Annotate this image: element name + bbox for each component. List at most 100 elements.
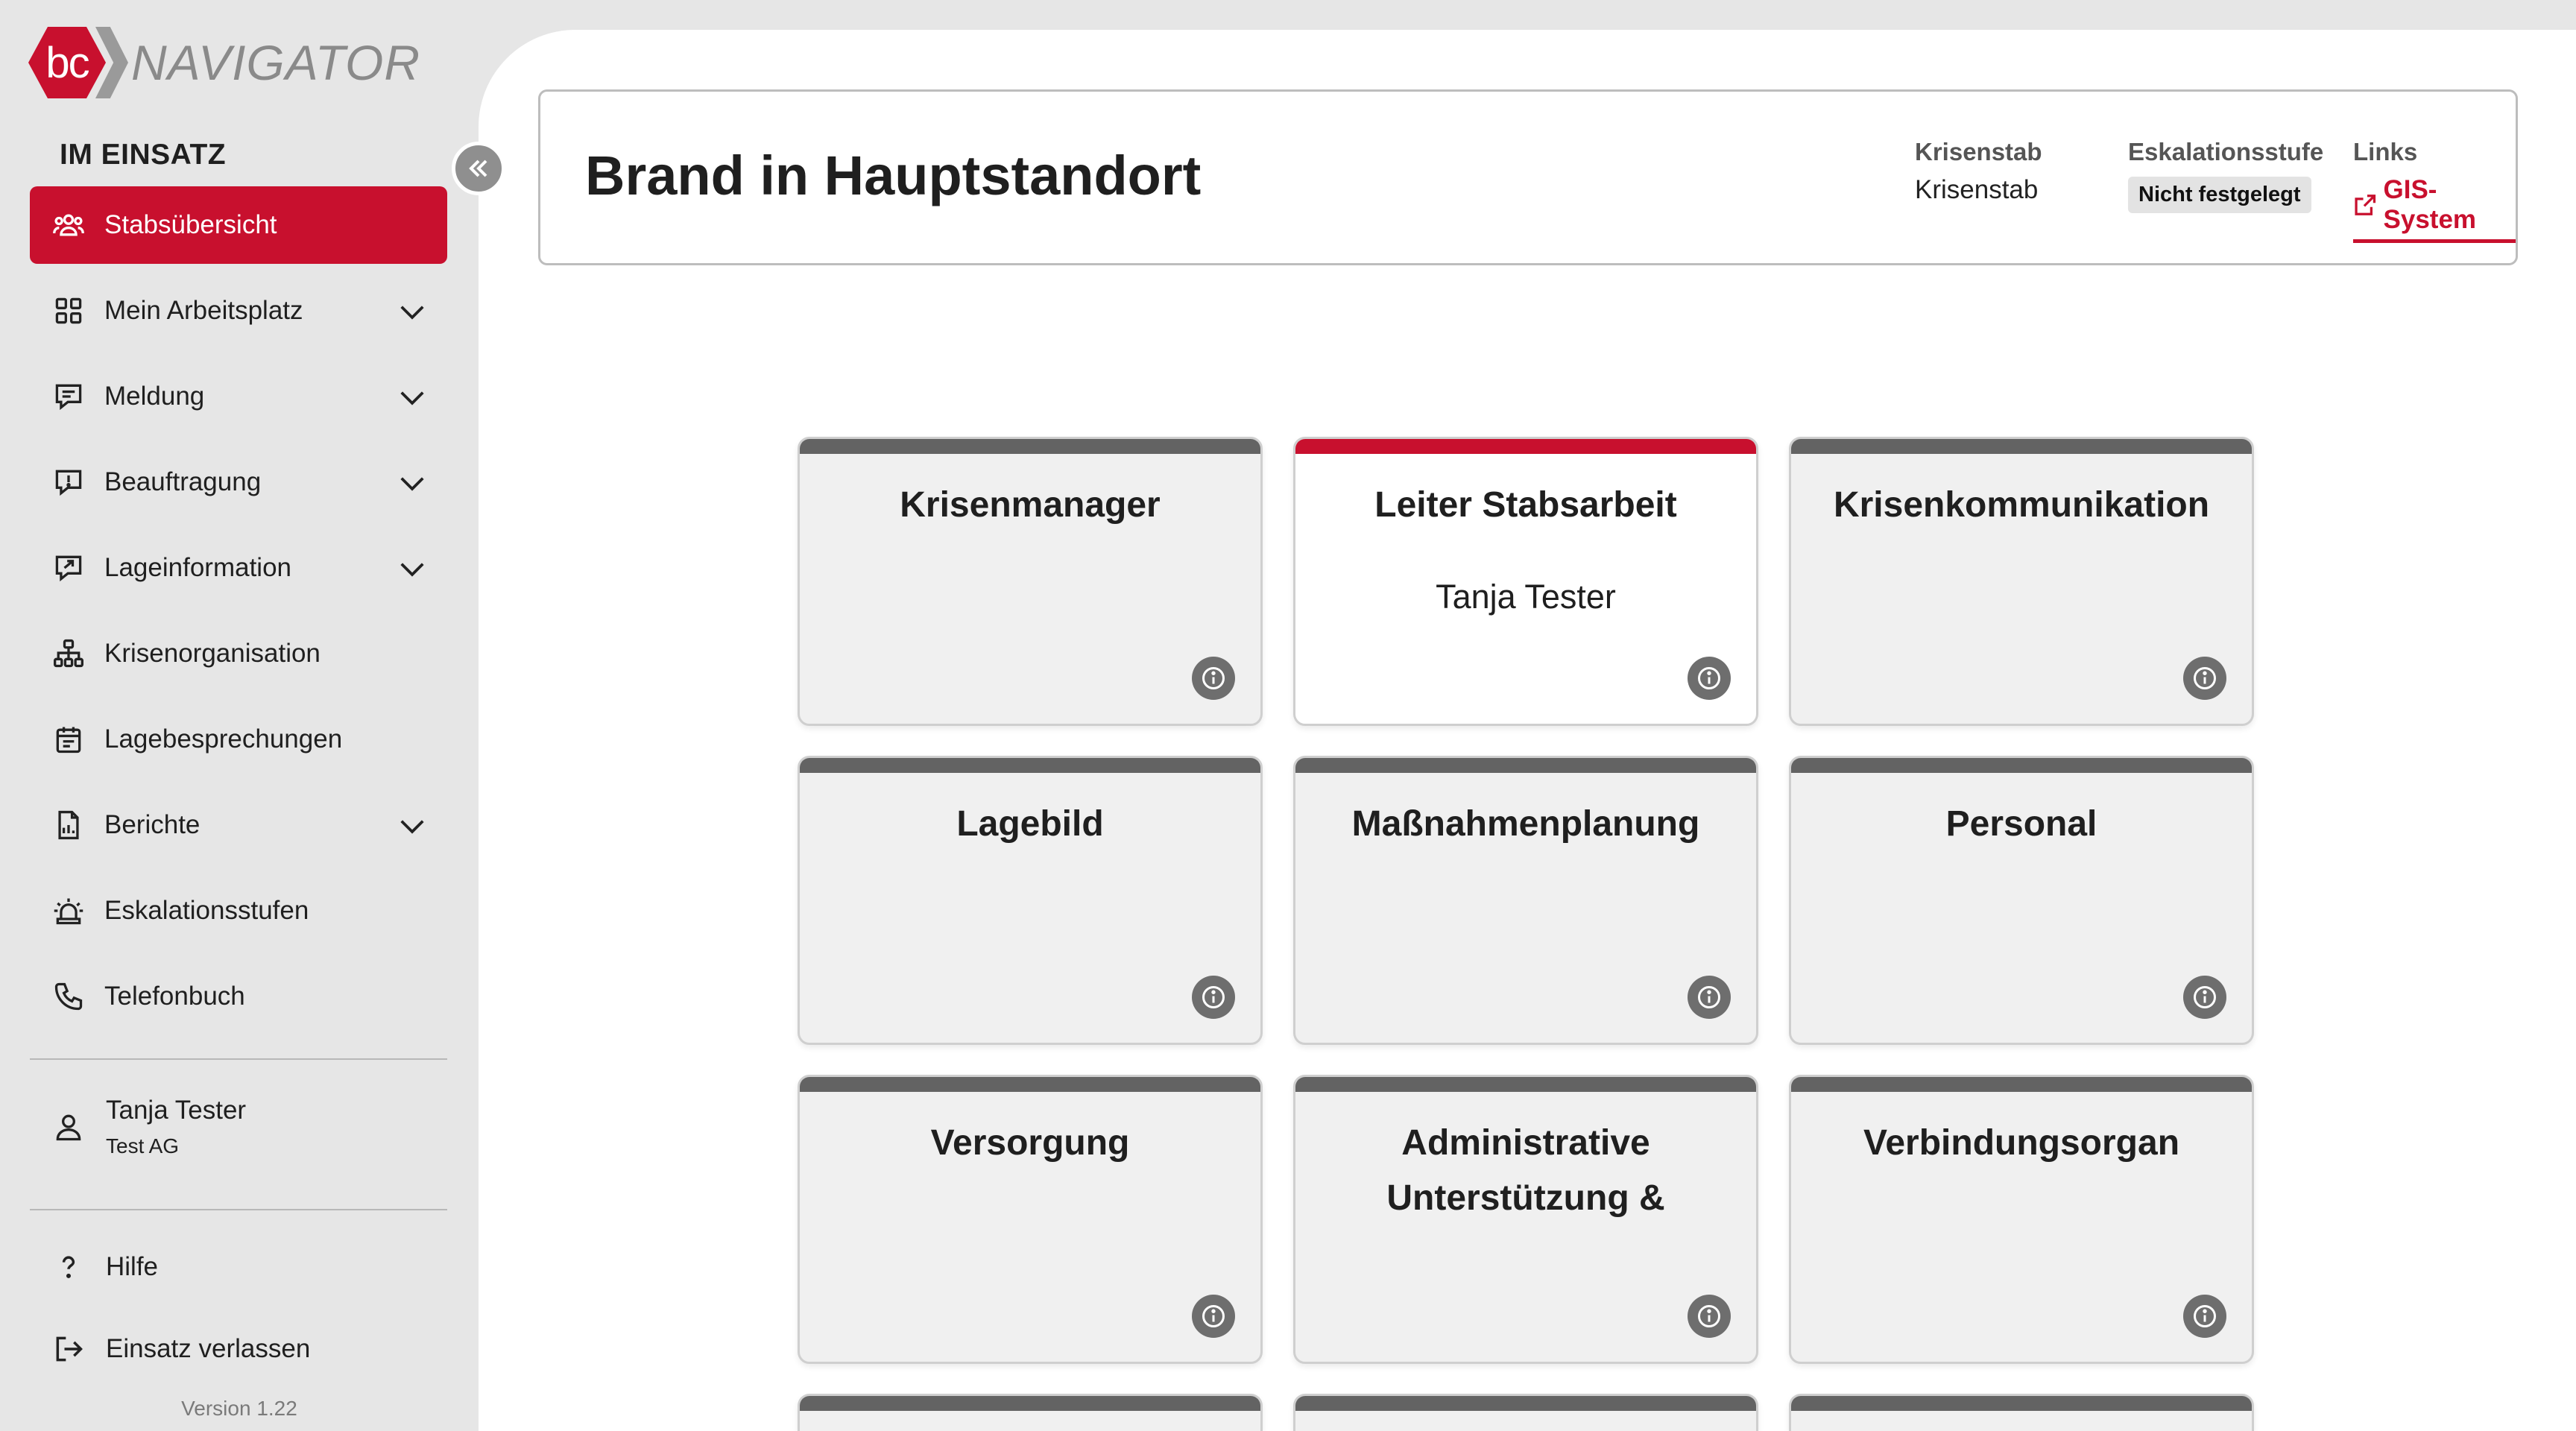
sidebar-nav: Stabsübersicht Mein Arbeitsplatz Meldung… — [30, 186, 447, 1043]
info-icon — [2194, 667, 2216, 689]
calendar-icon — [51, 721, 86, 757]
sidebar-item-label: Beauftragung — [104, 467, 262, 496]
info-button[interactable] — [1192, 976, 1235, 1019]
logo-mark: bc — [28, 27, 106, 98]
info-button[interactable] — [1688, 976, 1731, 1019]
role-card-partial[interactable] — [798, 1394, 1263, 1431]
collapse-sidebar-button[interactable] — [452, 142, 505, 195]
sidebar-item-stabsuebersicht[interactable]: Stabsübersicht — [30, 186, 447, 264]
org-chart-icon — [51, 636, 86, 672]
user-name: Tanja Tester — [106, 1096, 247, 1125]
card-title: Verbindungsorgan — [1863, 1123, 2180, 1163]
message-icon — [51, 379, 86, 414]
card-top-bar — [1295, 758, 1756, 773]
sidebar-item-beauftragung[interactable]: Beauftragung — [30, 443, 447, 521]
info-icon — [2194, 986, 2216, 1008]
info-button[interactable] — [1192, 657, 1235, 700]
user-org: Test AG — [106, 1134, 180, 1157]
sidebar: bc NAVIGATOR IM EINSATZ Stabsübersicht M… — [0, 0, 479, 1431]
grid-icon — [51, 293, 86, 329]
role-card-administrative-unterstuetzung[interactable]: Administrative Unterstützung & — [1293, 1075, 1758, 1364]
logout-icon — [51, 1331, 86, 1367]
user-profile[interactable]: Tanja Tester Test AG — [51, 1096, 246, 1158]
arrow-message-icon — [51, 550, 86, 586]
sidebar-item-mein-arbeitsplatz[interactable]: Mein Arbeitsplatz — [30, 272, 447, 350]
info-icon — [2194, 1305, 2216, 1327]
info-button[interactable] — [2183, 1295, 2226, 1338]
info-button[interactable] — [1688, 657, 1731, 700]
sidebar-divider — [30, 1058, 447, 1060]
sidebar-item-meldung[interactable]: Meldung — [30, 358, 447, 435]
sidebar-item-lageinformation[interactable]: Lageinformation — [30, 529, 447, 607]
role-card-personal[interactable]: Personal — [1789, 756, 2254, 1045]
eskalation-label: Eskalationsstufe — [2128, 138, 2324, 165]
card-title: Krisenmanager — [900, 485, 1161, 525]
question-icon — [51, 1249, 86, 1285]
app-logo[interactable]: bc NAVIGATOR — [28, 27, 420, 98]
leave-label: Einsatz verlassen — [106, 1334, 311, 1363]
siren-icon — [51, 893, 86, 929]
sidebar-item-label: Mein Arbeitsplatz — [104, 296, 303, 325]
sidebar-divider — [30, 1209, 447, 1210]
role-card-krisenkommunikation[interactable]: Krisenkommunikation — [1789, 437, 2254, 726]
sidebar-section-title: IM EINSATZ — [60, 139, 227, 171]
role-card-leiter-stabsarbeit[interactable]: Leiter Stabsarbeit Tanja Tester — [1293, 437, 1758, 726]
info-button[interactable] — [2183, 976, 2226, 1019]
sidebar-item-telefonbuch[interactable]: Telefonbuch — [30, 958, 447, 1035]
info-icon — [1202, 667, 1225, 689]
sidebar-item-lagebesprechungen[interactable]: Lagebesprechungen — [30, 701, 447, 778]
info-icon — [1202, 986, 1225, 1008]
card-top-bar — [1791, 1396, 2252, 1411]
card-title: Versorgung — [930, 1123, 1130, 1163]
sidebar-item-label: Krisenorganisation — [104, 639, 321, 668]
sidebar-item-label: Meldung — [104, 382, 205, 411]
help-label: Hilfe — [106, 1252, 159, 1281]
sidebar-item-label: Eskalationsstufen — [104, 896, 309, 925]
app-version: Version 1.22 — [181, 1397, 297, 1420]
krisenstab-info: Krisenstab Krisenstab — [1915, 138, 2042, 205]
sidebar-item-label: Telefonbuch — [104, 982, 245, 1011]
krisenstab-label: Krisenstab — [1915, 138, 2042, 165]
role-card-massnahmenplanung[interactable]: Maßnahmenplanung — [1293, 756, 1758, 1045]
role-card-lagebild[interactable]: Lagebild — [798, 756, 1263, 1045]
info-icon — [1202, 1305, 1225, 1327]
card-title: Leiter Stabsarbeit — [1374, 485, 1677, 525]
chevron-down-icon[interactable] — [398, 813, 426, 838]
info-button[interactable] — [2183, 657, 2226, 700]
role-card-verbindungsorgan[interactable]: Verbindungsorgan — [1789, 1075, 2254, 1364]
role-card-krisenmanager[interactable]: Krisenmanager — [798, 437, 1263, 726]
mission-header: Brand in Hauptstandort Krisenstab Krisen… — [538, 89, 2518, 265]
info-button[interactable] — [1192, 1295, 1235, 1338]
role-card-partial[interactable] — [1789, 1394, 2254, 1431]
links-label: Links — [2353, 138, 2418, 165]
card-top-bar — [1791, 758, 2252, 773]
main-content: Brand in Hauptstandort Krisenstab Krisen… — [479, 30, 2576, 1431]
sidebar-item-label: Berichte — [104, 810, 201, 839]
card-title: Personal — [1945, 804, 2097, 844]
info-icon — [1698, 1305, 1720, 1327]
sidebar-item-label: Stabsübersicht — [104, 210, 277, 239]
card-top-bar — [800, 1396, 1260, 1411]
info-icon — [1698, 986, 1720, 1008]
card-title: Krisenkommunikation — [1833, 485, 2210, 525]
card-title: Maßnahmenplanung — [1351, 804, 1700, 844]
sidebar-item-krisenorganisation[interactable]: Krisenorganisation — [30, 615, 447, 692]
role-card-versorgung[interactable]: Versorgung — [798, 1075, 1263, 1364]
card-top-bar — [800, 1077, 1260, 1092]
chevron-down-icon[interactable] — [398, 385, 426, 410]
chevron-down-icon[interactable] — [398, 299, 426, 324]
help-link[interactable]: Hilfe — [51, 1249, 158, 1285]
leave-mission-link[interactable]: Einsatz verlassen — [51, 1331, 310, 1367]
sidebar-item-berichte[interactable]: Berichte — [30, 786, 447, 864]
gis-system-link[interactable]: GIS-System — [2353, 175, 2516, 243]
card-title: Administrative Unterstützung & — [1386, 1123, 1665, 1218]
role-card-partial[interactable] — [1293, 1394, 1758, 1431]
sidebar-item-eskalationsstufen[interactable]: Eskalationsstufen — [30, 872, 447, 950]
chevron-down-icon[interactable] — [398, 556, 426, 581]
chevron-down-icon[interactable] — [398, 470, 426, 496]
card-top-bar — [1295, 439, 1756, 454]
krisenstab-value: Krisenstab — [1915, 175, 2039, 204]
card-top-bar — [1295, 1077, 1756, 1092]
gis-link-label: GIS-System — [2383, 175, 2477, 234]
info-button[interactable] — [1688, 1295, 1731, 1338]
